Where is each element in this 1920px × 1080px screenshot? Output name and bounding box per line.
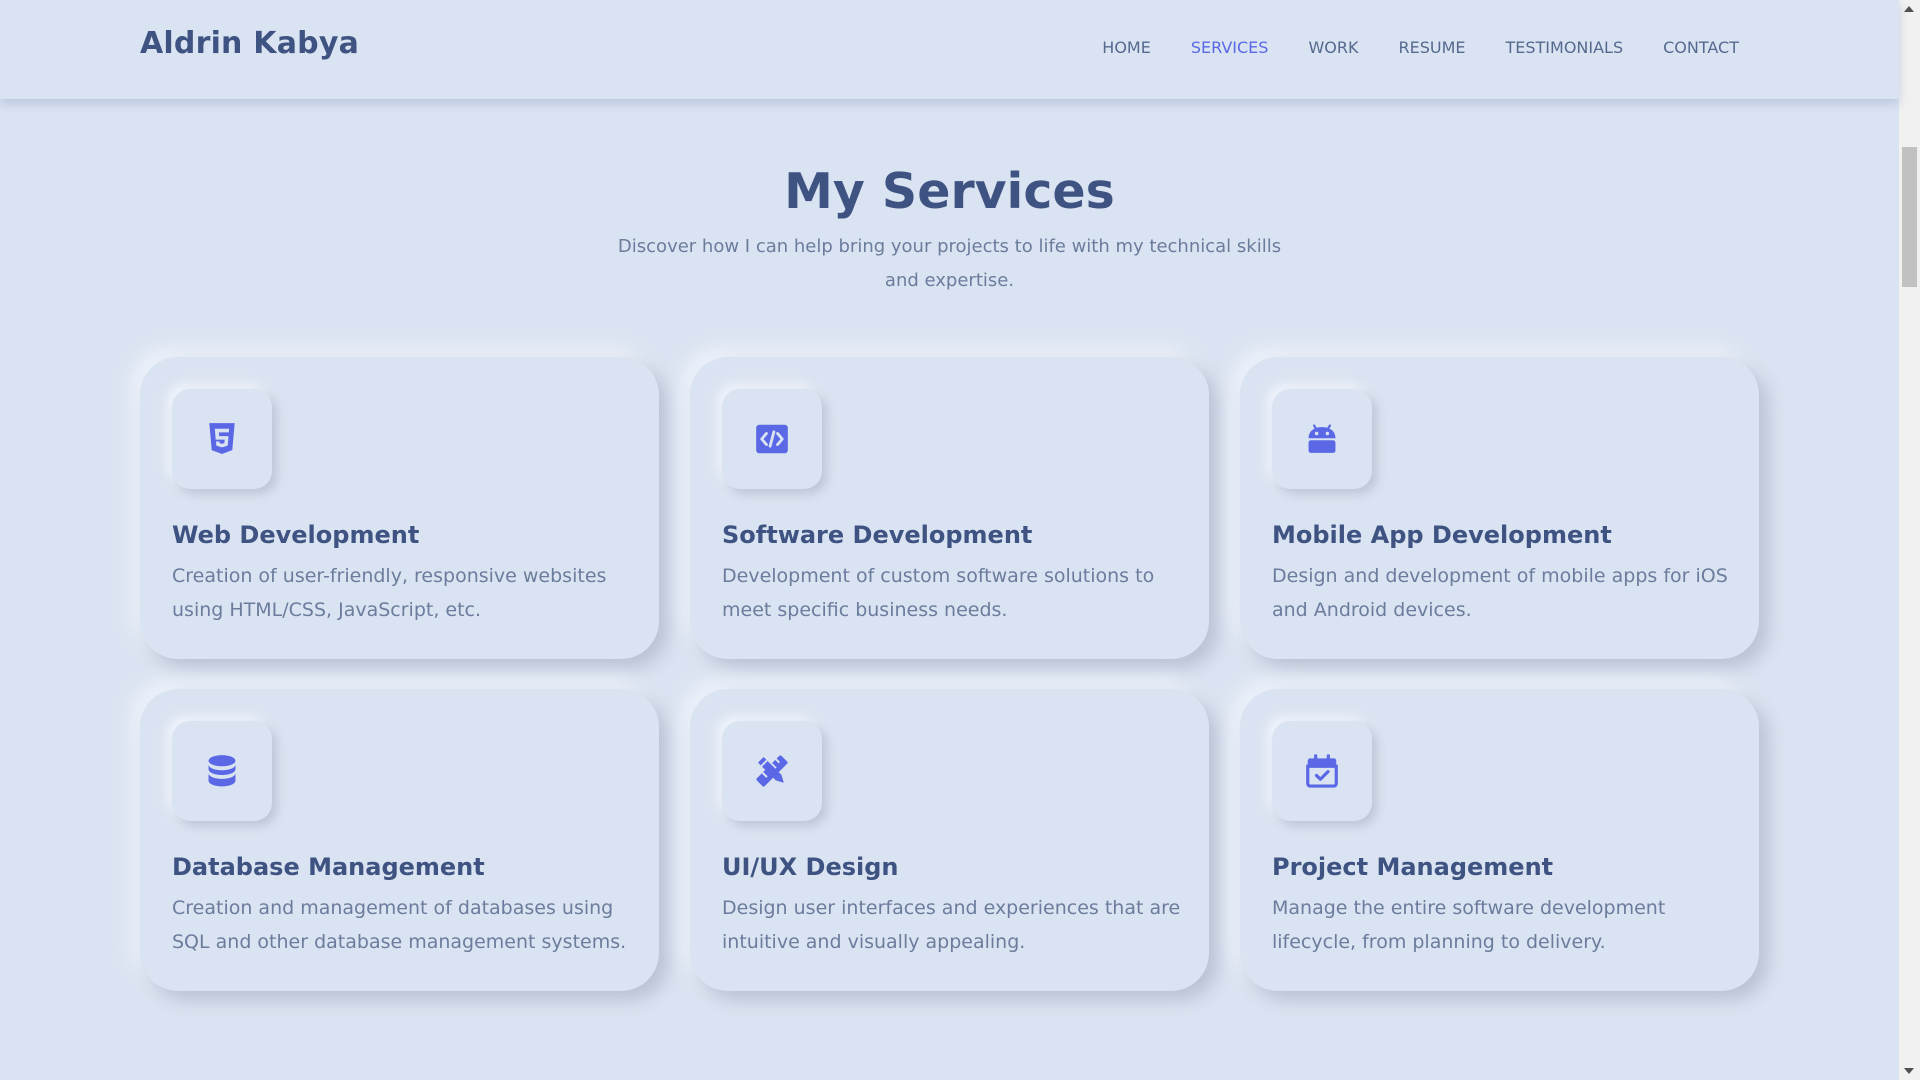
service-title: UI/UX Design	[722, 853, 899, 881]
service-card-mobile-app-development: Mobile App Development Design and develo…	[1240, 357, 1759, 659]
service-icon-box	[172, 389, 272, 489]
service-title: Mobile App Development	[1272, 521, 1612, 549]
nav-resume[interactable]: RESUME	[1398, 38, 1465, 57]
service-icon-box	[172, 721, 272, 821]
service-icon-box	[1272, 721, 1372, 821]
section-subtitle: Discover how I can help bring your proje…	[617, 236, 1282, 291]
scroll-thumb[interactable]	[1902, 147, 1917, 287]
service-description: Design user interfaces and experiences t…	[722, 897, 1181, 953]
service-card-software-development: Software Development Development of cust…	[690, 357, 1209, 659]
scroll-down-arrow-icon[interactable]	[1904, 1068, 1914, 1074]
service-card-project-management: Project Management Manage the entire sof…	[1240, 689, 1759, 991]
pencil-ruler-icon	[756, 755, 788, 787]
service-card-ui-ux-design: UI/UX Design Design user interfaces and …	[690, 689, 1209, 991]
service-description: Design and development of mobile apps fo…	[1272, 565, 1728, 621]
service-description: Manage the entire software development l…	[1272, 897, 1666, 953]
section-title: My Services	[784, 163, 1115, 220]
service-title: Database Management	[172, 853, 485, 881]
service-card-database-management: Database Management Creation and managem…	[140, 689, 659, 991]
service-title: Software Development	[722, 521, 1033, 549]
android-icon	[1308, 424, 1336, 453]
services-section: My Services Discover how I can help brin…	[0, 99, 1899, 1080]
scroll-up-arrow-icon[interactable]	[1904, 6, 1914, 12]
nav-home[interactable]: HOME	[1102, 38, 1151, 57]
service-icon-box	[722, 389, 822, 489]
service-title: Web Development	[172, 521, 420, 549]
nav-services[interactable]: SERVICES	[1191, 38, 1269, 57]
service-description: Development of custom software solutions…	[722, 565, 1155, 621]
service-description: Creation of user-friendly, responsive we…	[172, 565, 607, 621]
service-description: Creation and management of databases usi…	[172, 897, 627, 953]
service-title: Project Management	[1272, 853, 1554, 881]
database-icon	[208, 755, 236, 787]
service-card-web-development: Web Development Creation of user-friendl…	[140, 357, 659, 659]
brand-logo[interactable]: Aldrin Kabya	[140, 26, 359, 61]
navbar: Aldrin Kabya HOME SERVICES WORK RESUME T…	[0, 0, 1899, 99]
scrollbar[interactable]	[1899, 0, 1920, 1080]
service-icon-box	[1272, 389, 1372, 489]
nav-work[interactable]: WORK	[1308, 38, 1358, 57]
nav-testimonials[interactable]: TESTIMONIALS	[1505, 38, 1623, 57]
services-grid: Web Development Creation of user-friendl…	[140, 357, 1759, 991]
html5-icon	[209, 423, 235, 455]
code-icon	[756, 424, 788, 454]
nav-menu: HOME SERVICES WORK RESUME TESTIMONIALS C…	[1102, 38, 1739, 57]
service-icon-box	[722, 721, 822, 821]
nav-contact[interactable]: CONTACT	[1663, 38, 1739, 57]
calendar-check-icon	[1306, 754, 1338, 788]
